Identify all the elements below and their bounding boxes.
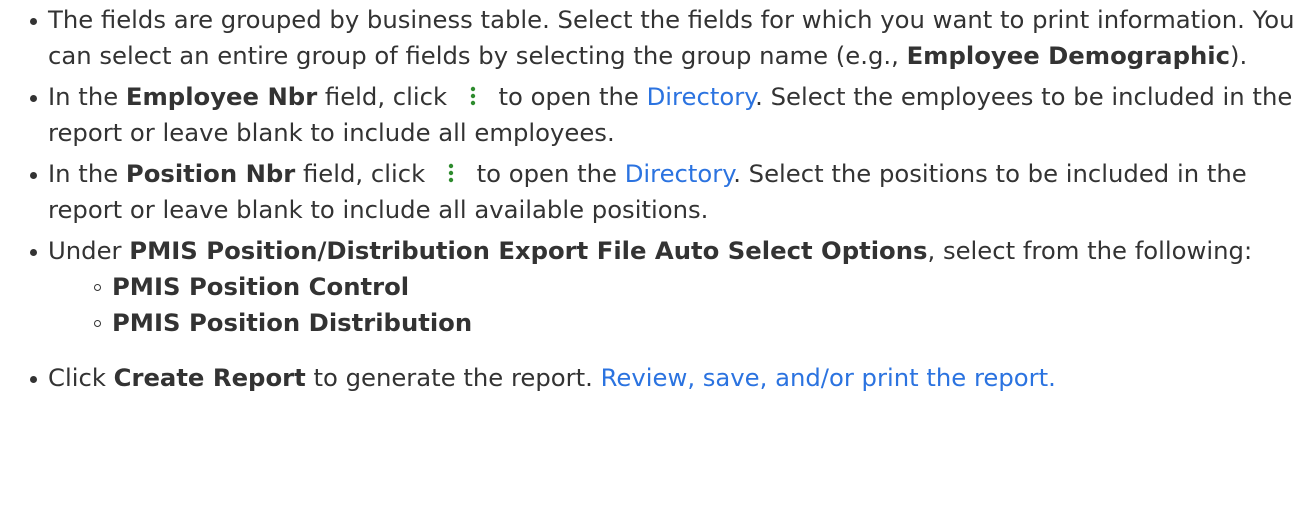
option-pmis-position-control: PMIS Position Control (92, 269, 1298, 305)
directory-link[interactable]: Directory (647, 82, 756, 111)
pmis-options-list: PMIS Position Control PMIS Position Dist… (48, 269, 1298, 341)
review-save-print-link[interactable]: Review, save, and/or print the report. (601, 363, 1056, 392)
directory-link[interactable]: Directory (625, 159, 734, 188)
instructions-page: The fields are grouped by business table… (0, 0, 1309, 505)
position-nbr-field-name: Position Nbr (125, 159, 296, 188)
list-item-field-groups: The fields are grouped by business table… (28, 2, 1298, 74)
create-report-button-name: Create Report (113, 363, 306, 392)
list-item-employee-nbr: In the Employee Nbr field, click to open… (28, 79, 1298, 151)
list-item-pmis-options: Under PMIS Position/Distribution Export … (28, 233, 1298, 355)
pmis-options-heading: PMIS Position/Distribution Export File A… (129, 236, 928, 265)
group-name-example: Employee Demographic (906, 41, 1230, 70)
vertical-dots-icon (455, 80, 491, 106)
list-item-create-report: Click Create Report to generate the repo… (28, 360, 1298, 396)
list-item-position-nbr: In the Position Nbr field, click to open… (28, 156, 1298, 228)
option-pmis-position-distribution: PMIS Position Distribution (92, 305, 1298, 341)
vertical-dots-icon (433, 157, 469, 183)
employee-nbr-field-name: Employee Nbr (125, 82, 318, 111)
instruction-list: The fields are grouped by business table… (0, 2, 1298, 401)
